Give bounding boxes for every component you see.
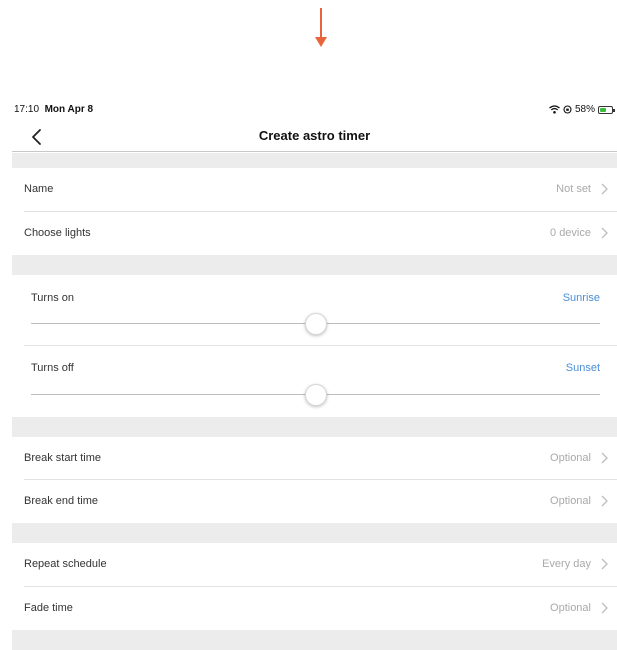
section-separator [12, 255, 617, 275]
choose-lights-row[interactable]: Choose lights 0 device [12, 212, 617, 255]
chevron-right-icon [601, 602, 608, 614]
turns-off-slider-thumb[interactable] [304, 384, 327, 406]
turns-on-label: Turns on [31, 292, 75, 304]
chevron-right-icon [601, 452, 608, 464]
choose-lights-value: 0 device [550, 227, 591, 239]
battery-percentage: 58% [574, 104, 595, 115]
break-end-time-value: Optional [550, 495, 591, 507]
break-end-time-label: Break end time [24, 495, 98, 507]
choose-lights-label: Choose lights [24, 227, 91, 239]
navigation-bar: Create astro timer [12, 122, 617, 152]
repeat-schedule-value: Every day [542, 558, 591, 570]
repeat-schedule-row[interactable]: Repeat schedule Every day [12, 543, 617, 586]
chevron-right-icon [601, 495, 608, 507]
status-bar: 17:10 Mon Apr 8 58% [0, 104, 617, 118]
repeat-schedule-label: Repeat schedule [24, 558, 107, 570]
name-value: Not set [556, 183, 591, 195]
battery-icon [598, 105, 615, 114]
orientation-lock-icon [563, 105, 572, 114]
battery-level [600, 107, 607, 112]
status-time: 17:10 [14, 104, 40, 115]
chevron-right-icon [601, 183, 608, 195]
status-date: Mon Apr 8 [44, 104, 94, 115]
turns-on-value[interactable]: Sunrise [563, 292, 600, 304]
turns-on-slider-thumb[interactable] [304, 313, 327, 335]
section-separator [12, 417, 617, 437]
name-row[interactable]: Name Not set [12, 168, 617, 211]
fade-time-row[interactable]: Fade time Optional [12, 587, 617, 630]
section-separator [12, 153, 617, 168]
turns-off-section: Turns off Sunset [12, 346, 617, 417]
break-start-time-label: Break start time [24, 452, 102, 464]
section-separator [12, 630, 617, 650]
turns-on-section: Turns on Sunrise [12, 275, 617, 345]
break-end-time-row[interactable]: Break end time Optional [12, 480, 617, 523]
page-title: Create astro timer [258, 128, 371, 143]
turns-off-value[interactable]: Sunset [566, 362, 600, 374]
fade-time-label: Fade time [24, 602, 73, 614]
fade-time-value: Optional [550, 602, 591, 614]
section-separator [12, 523, 617, 543]
pointer-arrow-icon [315, 8, 327, 47]
chevron-right-icon [601, 558, 608, 570]
turns-off-label: Turns off [31, 362, 74, 374]
wifi-icon [549, 105, 560, 114]
chevron-right-icon [601, 227, 608, 239]
break-start-time-value: Optional [550, 452, 591, 464]
name-label: Name [24, 183, 54, 195]
break-start-time-row[interactable]: Break start time Optional [12, 437, 617, 480]
